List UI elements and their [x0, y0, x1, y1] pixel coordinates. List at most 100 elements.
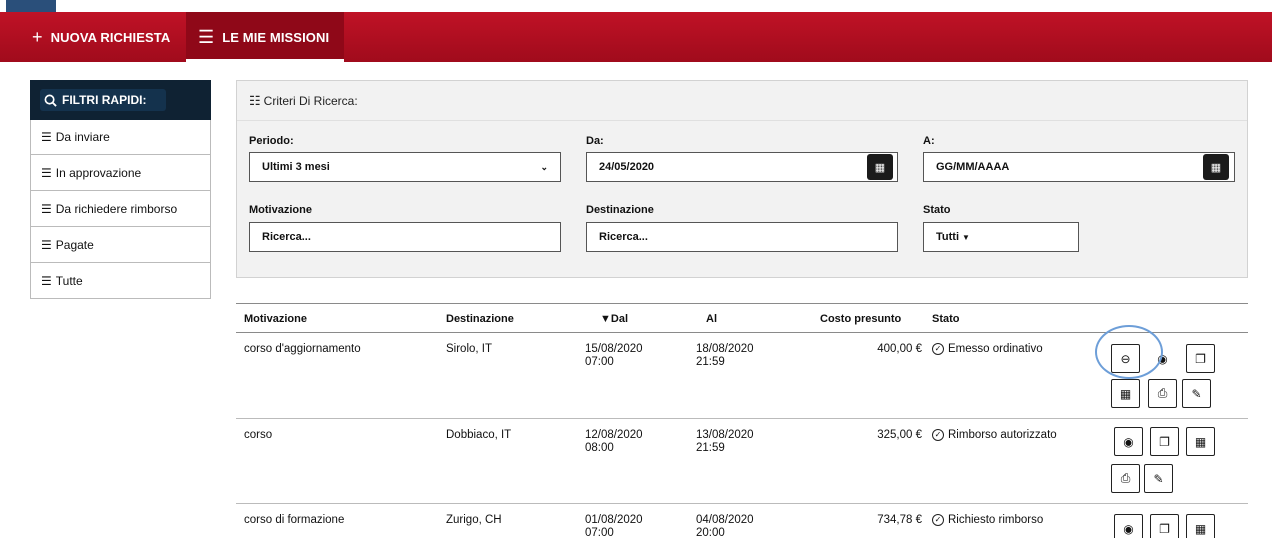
new-request-label: NUOVA RICHIESTA: [50, 29, 171, 45]
cell-destination: Zurigo, CH: [446, 514, 502, 526]
filter-label: Pagate: [55, 237, 94, 252]
view-button[interactable]: ◉: [1114, 514, 1143, 538]
sliders-icon: ☷: [249, 92, 261, 108]
filter-all[interactable]: ☰ Tutte: [30, 263, 211, 299]
header-state[interactable]: Stato: [932, 313, 960, 325]
calendar-icon[interactable]: ▦: [867, 154, 893, 180]
header-to[interactable]: Al: [706, 313, 717, 325]
filter-in-approval[interactable]: ☰ In approvazione: [30, 155, 211, 191]
cell-from: 15/08/2020 07:00: [585, 343, 643, 369]
from-label: Da:: [586, 135, 604, 147]
state-text: Rimborso autorizzato: [948, 429, 1057, 441]
my-missions-label: LE MIE MISSIONI: [222, 29, 330, 45]
calendar-icon: ▦: [1194, 521, 1207, 536]
calendar-icon: ▦: [1194, 434, 1207, 449]
from-date: 01/08/2020: [585, 514, 643, 526]
calendar-icon[interactable]: ▦: [1203, 154, 1229, 180]
cell-motivation: corso: [244, 429, 273, 441]
cell-cost: 734,78 €: [877, 514, 922, 526]
motivation-search-input[interactable]: Ricerca...: [249, 222, 561, 252]
copy-icon: ❐: [1159, 521, 1170, 536]
cell-motivation: corso d'aggiornamento: [244, 343, 361, 355]
state-dropdown[interactable]: Tutti ▼: [923, 222, 1079, 252]
from-date-input[interactable]: 24/05/2020: [586, 152, 898, 182]
list-icon: ☰: [41, 165, 52, 180]
calendar-icon: ▦: [1119, 386, 1132, 401]
caret-down-icon: ▼: [962, 232, 970, 242]
list-icon: ☰: [198, 26, 215, 47]
to-date-input[interactable]: GG/MM/AAAA: [923, 152, 1235, 182]
cell-state: ✓ Richiesto rimborso: [932, 514, 1043, 527]
filter-request-refund[interactable]: ☰ Da richiedere rimborso: [30, 191, 211, 227]
period-label: Periodo:: [249, 135, 294, 147]
to-date: 13/08/2020: [696, 429, 754, 441]
new-request-tab[interactable]: + NUOVA RICHIESTA: [16, 12, 186, 62]
to-date-value: GG/MM/AAAA: [936, 161, 1010, 173]
header-destination[interactable]: Destinazione: [446, 313, 514, 325]
table-row: corso di formazione Zurigo, CH 01/08/202…: [236, 504, 1248, 538]
copy-icon: ❐: [1195, 351, 1206, 366]
ticket-button[interactable]: ⊖: [1111, 344, 1140, 373]
view-button[interactable]: ◉: [1114, 427, 1143, 456]
filter-paid[interactable]: ☰ Pagate: [30, 227, 211, 263]
cell-to: 04/08/2020 20:00: [696, 514, 754, 538]
from-date: 12/08/2020: [585, 429, 643, 441]
cell-cost: 325,00 €: [877, 429, 922, 441]
copy-icon: ❐: [1159, 434, 1170, 449]
from-date-value: 24/05/2020: [599, 161, 655, 173]
check-circle-icon: ✓: [932, 429, 944, 441]
destination-label: Destinazione: [586, 204, 654, 216]
table-header: Motivazione Destinazione ▼Dal Al Costo p…: [236, 303, 1248, 333]
period-value: Ultimi 3 mesi: [262, 161, 330, 173]
eye-icon: ◉: [1157, 351, 1168, 366]
calendar-button[interactable]: ▦: [1186, 427, 1215, 456]
check-circle-icon: ✓: [932, 343, 944, 355]
cell-destination: Sirolo, IT: [446, 343, 493, 355]
main-nav: + NUOVA RICHIESTA ☰ LE MIE MISSIONI: [0, 12, 1272, 62]
filter-label: Da richiedere rimborso: [55, 201, 178, 216]
destination-search-input[interactable]: Ricerca...: [586, 222, 898, 252]
header-cost[interactable]: Costo presunto: [820, 313, 901, 325]
filter-label: In approvazione: [55, 165, 142, 180]
list-icon: ☰: [41, 130, 52, 144]
search-criteria-panel: ☷ Criteri Di Ricerca: Periodo: Ultimi 3 …: [236, 80, 1248, 278]
cell-cost: 400,00 €: [877, 343, 922, 355]
attach-button[interactable]: ✎: [1182, 379, 1211, 408]
table-row: corso Dobbiaco, IT 12/08/2020 08:00 13/0…: [236, 419, 1248, 504]
header-from[interactable]: ▼Dal: [600, 313, 628, 325]
eye-icon: ◉: [1123, 434, 1134, 449]
copy-button[interactable]: ❐: [1150, 427, 1179, 456]
cell-from: 01/08/2020 07:00: [585, 514, 643, 538]
printer-icon: ⎙: [1120, 471, 1131, 485]
check-circle-icon: ✓: [932, 514, 944, 526]
calendar-button[interactable]: ▦: [1111, 379, 1140, 408]
cell-state: ✓ Rimborso autorizzato: [932, 429, 1057, 442]
cell-destination: Dobbiaco, IT: [446, 429, 512, 441]
calendar-button[interactable]: ▦: [1186, 514, 1215, 538]
copy-button[interactable]: ❐: [1186, 344, 1215, 373]
cell-from: 12/08/2020 08:00: [585, 429, 643, 455]
to-date: 18/08/2020: [696, 343, 754, 355]
copy-button[interactable]: ❐: [1150, 514, 1179, 538]
cell-motivation: corso di formazione: [244, 514, 345, 526]
header-motivation[interactable]: Motivazione: [244, 313, 307, 325]
filter-to-send[interactable]: ☰ Da inviare: [30, 120, 211, 155]
print-button[interactable]: ⎙: [1148, 379, 1177, 408]
list-icon: ☰: [41, 201, 52, 216]
quick-filters-header: FILTRI RAPIDI:: [30, 80, 211, 120]
to-time: 21:59: [696, 356, 725, 368]
printer-icon: ⎙: [1157, 386, 1168, 400]
attach-button[interactable]: ✎: [1144, 464, 1173, 493]
my-missions-tab[interactable]: ☰ LE MIE MISSIONI: [186, 12, 344, 62]
state-label: Stato: [923, 204, 951, 216]
print-button[interactable]: ⎙: [1111, 464, 1140, 493]
from-time: 07:00: [585, 356, 614, 368]
cell-state: ✓ Emesso ordinativo: [932, 343, 1043, 356]
filter-label: Tutte: [55, 273, 83, 288]
paperclip-icon: ✎: [1191, 386, 1202, 401]
motivation-label: Motivazione: [249, 204, 312, 216]
view-button[interactable]: ◉: [1148, 344, 1177, 373]
from-time: 08:00: [585, 442, 614, 454]
to-time: 20:00: [696, 527, 725, 538]
period-select[interactable]: Ultimi 3 mesi ⌄: [249, 152, 561, 182]
